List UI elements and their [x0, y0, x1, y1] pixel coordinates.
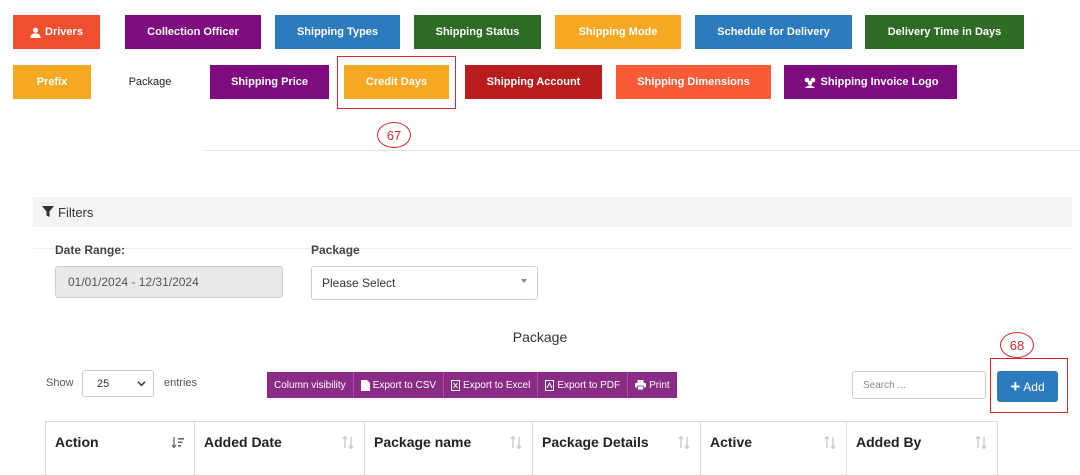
caret-down-icon — [521, 279, 527, 283]
sort-icon — [824, 436, 836, 449]
date-range-input[interactable]: 01/01/2024 - 12/31/2024 — [55, 266, 283, 298]
sort-icon — [975, 436, 987, 449]
filters-header[interactable]: Filters — [33, 197, 1072, 227]
table-search-input[interactable]: Search ... — [852, 371, 986, 399]
tabs-divider — [205, 150, 1080, 151]
column-header-package-details[interactable]: Package Details — [533, 422, 701, 475]
filter-icon — [42, 206, 54, 217]
package-filter-label: Package — [311, 243, 360, 257]
show-label: Show — [46, 377, 74, 389]
tab-label: Shipping Account — [486, 76, 581, 88]
entries-label: entries — [164, 377, 198, 389]
add-button-highlight — [990, 358, 1068, 413]
tab-label: Package — [128, 76, 172, 88]
export-csv-button[interactable]: Export to CSV — [353, 372, 445, 398]
column-visibility-button[interactable]: Column visibility — [267, 372, 354, 398]
tab-label: Shipping Dimensions — [637, 76, 750, 88]
tab-shipping-types[interactable]: Shipping Types — [275, 15, 400, 49]
tab-shipping-status[interactable]: Shipping Status — [414, 15, 541, 49]
tab-label: Shipping Types — [296, 26, 379, 38]
column-header-package-name[interactable]: Package name — [365, 422, 533, 475]
user-icon — [30, 27, 41, 38]
export-excel-button[interactable]: Export to Excel — [444, 372, 539, 398]
tab-shipping-dimensions[interactable]: Shipping Dimensions — [616, 65, 771, 99]
tab-shipping-account[interactable]: Shipping Account — [465, 65, 602, 99]
file-pdf-icon — [545, 379, 555, 391]
credit-days-highlight — [337, 56, 456, 109]
tab-delivery-time-in-days[interactable]: Delivery Time in Days — [865, 15, 1024, 49]
column-header-added-by[interactable]: Added By — [847, 422, 997, 475]
tab-label: Delivery Time in Days — [887, 26, 1002, 38]
tab-label: Shipping Mode — [578, 26, 658, 38]
filters-divider — [33, 248, 1072, 249]
sort-desc-icon — [171, 437, 184, 449]
tab-schedule-for-delivery[interactable]: Schedule for Delivery — [695, 15, 852, 49]
chevron-down-icon — [137, 381, 146, 387]
callout-68: 68 — [1000, 332, 1034, 358]
tab-label: Schedule for Delivery — [717, 26, 830, 38]
print-button[interactable]: Print — [628, 372, 677, 398]
date-range-label: Date Range: — [55, 243, 126, 257]
tab-label: Drivers — [45, 26, 83, 38]
tab-shipping-invoice-logo[interactable]: Shipping Invoice Logo — [784, 65, 957, 99]
callout-67: 67 — [377, 122, 411, 148]
tab-label: Shipping Invoice Logo — [820, 76, 939, 88]
tab-label: Prefix — [36, 76, 68, 88]
column-header-added-date[interactable]: Added Date — [195, 422, 365, 475]
tab-label: Collection Officer — [147, 26, 239, 38]
tab-label: Shipping Status — [435, 26, 520, 38]
export-button-group: Column visibility Export to CSV Export t… — [267, 372, 677, 398]
tab-package[interactable]: Package — [105, 65, 195, 113]
tab-shipping-price[interactable]: Shipping Price — [210, 65, 329, 99]
column-header-action[interactable]: Action — [46, 422, 195, 475]
tab-shipping-mode[interactable]: Shipping Mode — [555, 15, 681, 49]
tab-drivers[interactable]: Drivers — [13, 15, 100, 49]
users-icon — [803, 77, 817, 88]
sort-icon — [342, 436, 354, 449]
sort-icon — [678, 436, 690, 449]
file-icon — [360, 379, 370, 391]
export-pdf-button[interactable]: Export to PDF — [538, 372, 629, 398]
tab-label: Shipping Price — [230, 76, 308, 88]
page-length-select[interactable]: 25 — [82, 370, 154, 397]
filters-title: Filters — [58, 204, 94, 220]
table-title: Package — [512, 329, 568, 345]
file-excel-icon — [451, 379, 461, 391]
print-icon — [635, 380, 647, 390]
package-select[interactable]: Please Select — [311, 266, 538, 300]
sort-icon — [510, 436, 522, 449]
table-header: Action Added Date Package name Package D… — [45, 421, 998, 475]
tab-collection-officer[interactable]: Collection Officer — [125, 15, 261, 49]
tab-prefix[interactable]: Prefix — [13, 65, 91, 99]
column-header-active[interactable]: Active — [701, 422, 847, 475]
